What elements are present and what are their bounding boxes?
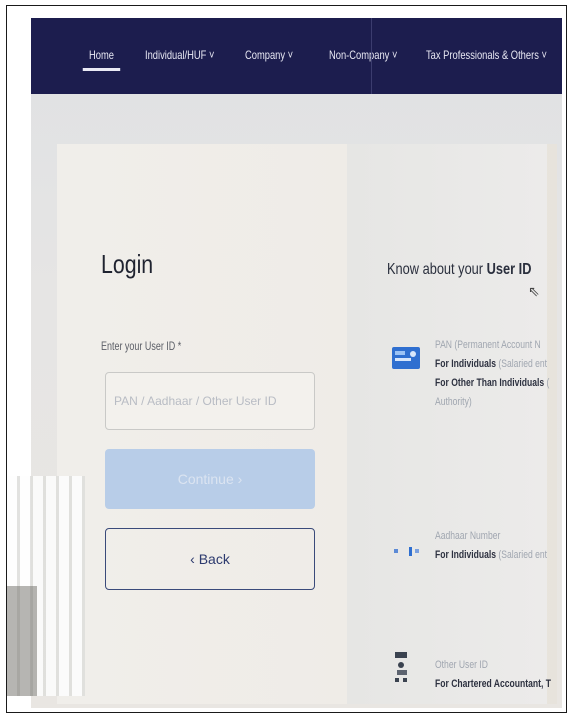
photo-frame: Home Individual/HUF ˅ Company ˅ Non-Comp…: [6, 5, 567, 713]
pan-line1-strong: For Individuals: [435, 358, 497, 370]
nav-home[interactable]: Home: [82, 48, 121, 71]
other-user-line1-strong: For Chartered Accountant, T: [435, 678, 552, 690]
pan-title: PAN (Permanent Account N: [435, 339, 541, 351]
user-id-info-panel: [347, 144, 547, 704]
other-user-title: Other User ID: [435, 659, 488, 671]
mouse-cursor-icon: ⇖: [528, 283, 540, 299]
shadow-corner: [7, 586, 37, 696]
pan-description: PAN (Permanent Account N For Individuals…: [435, 336, 549, 412]
login-title: Login: [101, 249, 154, 279]
know-title-prefix: Know about your: [387, 261, 484, 278]
aadhaar-line1-strong: For Individuals: [435, 549, 497, 561]
aadhaar-icon: [391, 541, 421, 568]
nav-company[interactable]: Company ˅: [245, 48, 293, 62]
other-user-description: Other User ID For Chartered Accountant, …: [435, 656, 551, 694]
user-id-input[interactable]: [105, 372, 315, 430]
other-user-icon: [391, 650, 415, 689]
pan-line2-rest: (: [544, 377, 550, 389]
user-id-label: Enter your User ID *: [101, 341, 182, 353]
aadhaar-description: Aadhaar Number For Individuals (Salaried…: [435, 527, 547, 565]
nav-divider: [371, 18, 372, 94]
pan-card-icon: [391, 346, 421, 375]
pan-line1-rest: (Salaried ent: [496, 358, 548, 370]
nav-non-company[interactable]: Non-Company ˅: [329, 48, 397, 62]
know-user-id-title: Know about your User ID: [387, 261, 531, 279]
top-navigation-bar: Home Individual/HUF ˅ Company ˅ Non-Comp…: [31, 18, 562, 94]
pan-line2-strong: For Other Than Individuals: [435, 377, 545, 389]
aadhaar-title: Aadhaar Number: [435, 530, 501, 542]
back-button[interactable]: ‹ Back: [105, 528, 315, 590]
pan-line3: Authority): [435, 396, 472, 408]
nav-individual-huf[interactable]: Individual/HUF ˅: [145, 48, 214, 62]
know-title-emphasis: User ID: [486, 261, 532, 278]
continue-button[interactable]: Continue ›: [105, 449, 315, 509]
aadhaar-line1-rest: (Salaried ent: [496, 549, 548, 561]
nav-tax-professionals[interactable]: Tax Professionals & Others ˅: [426, 48, 547, 62]
